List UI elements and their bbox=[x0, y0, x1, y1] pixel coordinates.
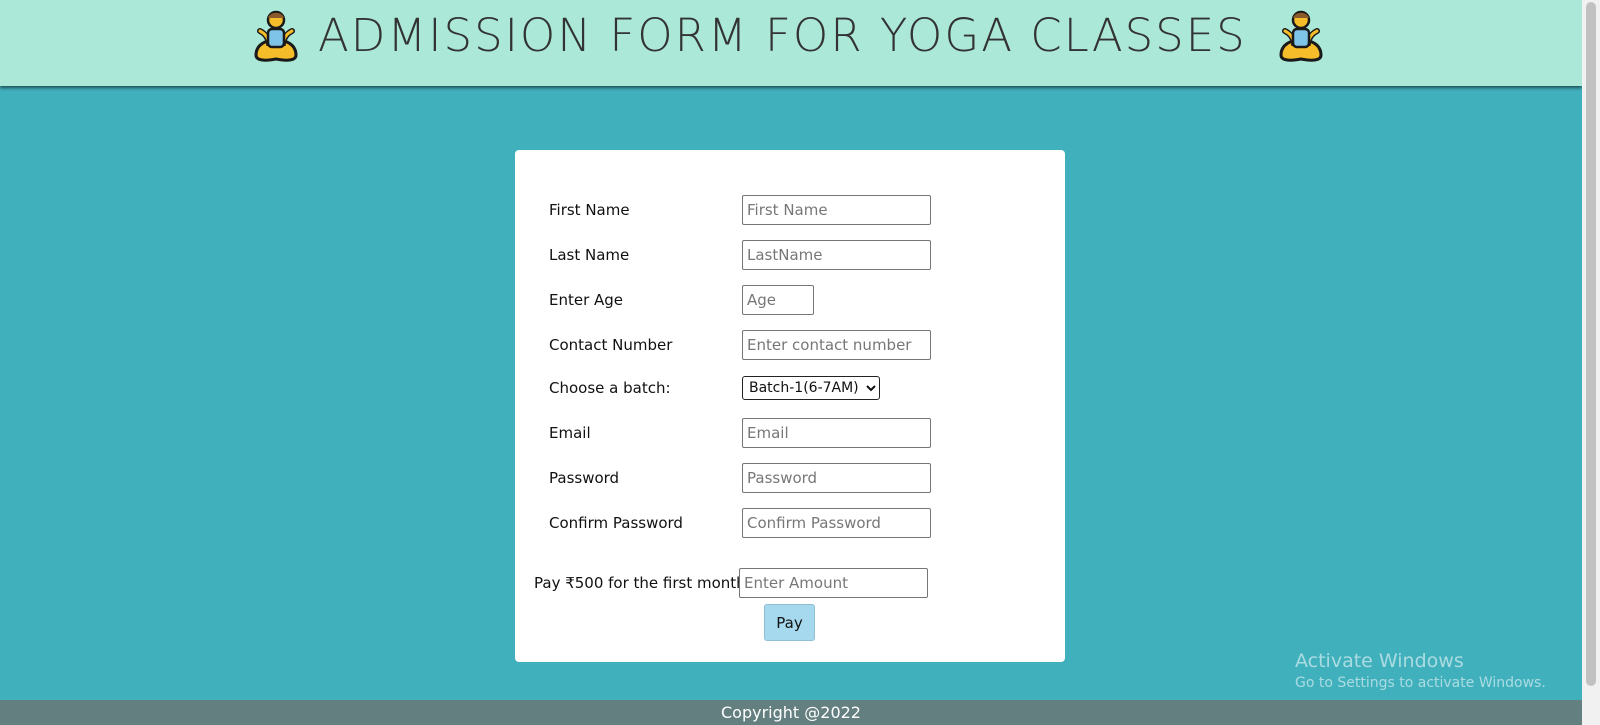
watermark-subtitle: Go to Settings to activate Windows. bbox=[1295, 675, 1546, 691]
email-label: Email bbox=[549, 424, 591, 442]
last-name-input[interactable] bbox=[742, 240, 931, 270]
pay-button[interactable]: Pay bbox=[764, 604, 815, 641]
amount-input[interactable] bbox=[739, 568, 928, 598]
person-in-lotus-position-icon bbox=[254, 10, 298, 62]
age-label: Enter Age bbox=[549, 291, 624, 309]
confirm-password-input[interactable] bbox=[742, 508, 931, 538]
activate-windows-watermark: Activate Windows Go to Settings to activ… bbox=[1295, 650, 1546, 691]
confirm-password-label: Confirm Password bbox=[549, 514, 683, 532]
copyright-text: Copyright @2022 bbox=[721, 703, 861, 722]
batch-select[interactable]: Batch-1(6-7AM) bbox=[742, 376, 880, 400]
first-name-input[interactable] bbox=[742, 195, 931, 225]
contact-number-input[interactable] bbox=[742, 330, 931, 360]
password-input[interactable] bbox=[742, 463, 931, 493]
watermark-title: Activate Windows bbox=[1295, 650, 1464, 672]
page-footer: Copyright @2022 bbox=[0, 700, 1582, 725]
batch-label: Choose a batch: bbox=[549, 379, 671, 397]
admission-form: First Name Last Name Enter Age Contact N… bbox=[515, 150, 1065, 662]
email-input[interactable] bbox=[742, 418, 931, 448]
last-name-label: Last Name bbox=[549, 246, 630, 264]
password-label: Password bbox=[549, 469, 620, 487]
contact-number-label: Contact Number bbox=[549, 336, 673, 354]
vertical-scrollbar[interactable] bbox=[1582, 0, 1600, 725]
page-title: ADMISSION FORM FOR YOGA CLASSES bbox=[318, 9, 1247, 62]
payment-label: Pay ₹500 for the first month bbox=[534, 574, 746, 592]
scrollbar-thumb[interactable] bbox=[1586, 2, 1596, 686]
first-name-label: First Name bbox=[549, 201, 630, 219]
age-input[interactable] bbox=[742, 285, 814, 315]
person-in-lotus-position-icon bbox=[1279, 10, 1323, 62]
page-header: ADMISSION FORM FOR YOGA CLASSES bbox=[0, 0, 1582, 86]
